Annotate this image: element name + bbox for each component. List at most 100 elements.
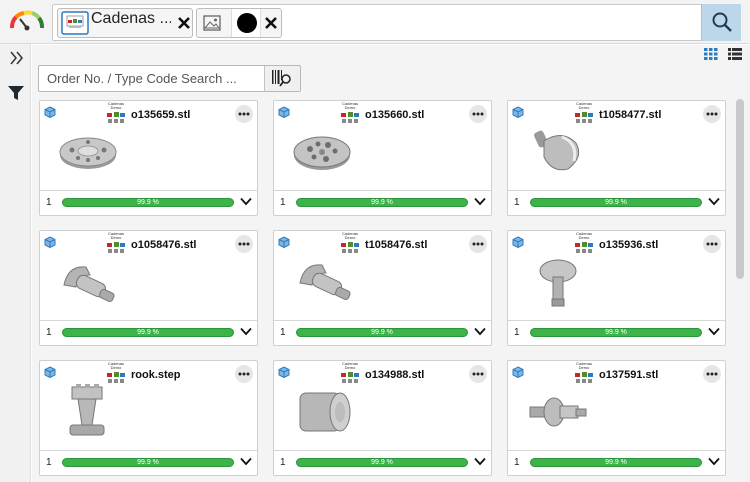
result-card[interactable]: Cadenas Demo rook.step 1 99.9 %: [39, 360, 258, 476]
left-sidebar: [0, 44, 31, 482]
ellipsis-icon: [706, 372, 718, 376]
quantity-value: 1: [514, 457, 520, 468]
part-thumbnail[interactable]: [522, 251, 592, 313]
filter-chip-image[interactable]: [196, 8, 282, 38]
card-divider: [508, 450, 725, 451]
file-name[interactable]: o135660.stl: [365, 109, 424, 121]
barcode-search-button[interactable]: [264, 66, 300, 91]
more-options-button[interactable]: [469, 235, 487, 253]
chevron-down-icon[interactable]: [474, 197, 486, 206]
scrollbar-thumb[interactable]: [736, 99, 744, 279]
match-progress-label: 99.9 %: [137, 199, 159, 206]
file-name[interactable]: o134988.stl: [365, 369, 424, 381]
match-progress-bar: 99.9 %: [530, 198, 702, 207]
file-name[interactable]: rook.step: [131, 369, 181, 381]
chevron-down-icon[interactable]: [240, 457, 252, 466]
more-options-button[interactable]: [703, 105, 721, 123]
filter-chip-label: Cadenas ...: [91, 10, 171, 27]
file-name[interactable]: t1058477.stl: [599, 109, 661, 121]
result-card[interactable]: Cadenas Demo t1058476.stl 1 99.9 %: [273, 230, 492, 346]
more-options-button[interactable]: [469, 365, 487, 383]
ellipsis-icon: [238, 112, 250, 116]
3d-model-icon: [512, 366, 524, 378]
order-number-search[interactable]: Order No. / Type Code Search ...: [38, 65, 301, 92]
part-thumbnail[interactable]: [522, 121, 592, 183]
3d-model-icon: [44, 106, 56, 118]
result-card[interactable]: Cadenas Demo o135660.stl 1 99.9 %: [273, 100, 492, 216]
more-options-button[interactable]: [235, 105, 253, 123]
match-progress-bar: 99.9 %: [296, 198, 468, 207]
match-progress-bar: 99.9 %: [62, 328, 234, 337]
quantity-value: 1: [46, 327, 52, 338]
ellipsis-icon: [706, 242, 718, 246]
file-name[interactable]: t1058476.stl: [365, 239, 427, 251]
match-progress-label: 99.9 %: [371, 199, 393, 206]
chevron-down-icon[interactable]: [240, 197, 252, 206]
image-file-icon: [61, 11, 89, 35]
card-divider: [40, 320, 257, 321]
black-circle-swatch: [231, 9, 261, 37]
file-name[interactable]: o135659.stl: [131, 109, 190, 121]
chevron-down-icon[interactable]: [474, 457, 486, 466]
more-options-button[interactable]: [235, 235, 253, 253]
ellipsis-icon: [238, 372, 250, 376]
quantity-value: 1: [514, 197, 520, 208]
search-button[interactable]: [701, 4, 741, 41]
card-divider: [274, 190, 491, 191]
3d-model-icon: [278, 106, 290, 118]
3d-model-icon: [512, 236, 524, 248]
barcode-search-icon: [272, 70, 291, 87]
ellipsis-icon: [472, 242, 484, 246]
chevron-down-icon[interactable]: [708, 327, 720, 336]
result-card[interactable]: Cadenas Demo o134988.stl 1 99.9 %: [273, 360, 492, 476]
close-icon[interactable]: [176, 15, 192, 31]
quantity-value: 1: [280, 457, 286, 468]
quantity-value: 1: [46, 457, 52, 468]
search-icon: [712, 12, 732, 32]
match-progress-label: 99.9 %: [371, 329, 393, 336]
grid-view-icon[interactable]: [704, 48, 718, 60]
part-thumbnail[interactable]: [288, 251, 358, 313]
speedometer-icon[interactable]: [8, 8, 46, 32]
more-options-button[interactable]: [703, 235, 721, 253]
chevron-down-icon[interactable]: [708, 197, 720, 206]
match-progress-label: 99.9 %: [137, 329, 159, 336]
chevron-down-icon[interactable]: [240, 327, 252, 336]
match-progress-bar: 99.9 %: [530, 328, 702, 337]
result-card[interactable]: Cadenas Demo t1058477.stl 1 99.9 %: [507, 100, 726, 216]
file-name[interactable]: o135936.stl: [599, 239, 658, 251]
card-divider: [508, 190, 725, 191]
chevron-down-icon[interactable]: [708, 457, 720, 466]
card-divider: [274, 320, 491, 321]
filter-icon[interactable]: [7, 84, 25, 102]
part-thumbnail[interactable]: [522, 381, 592, 443]
more-options-button[interactable]: [703, 365, 721, 383]
part-thumbnail[interactable]: [288, 121, 358, 183]
match-progress-label: 99.9 %: [371, 459, 393, 466]
part-thumbnail[interactable]: [54, 121, 124, 183]
list-view-icon[interactable]: [728, 48, 742, 60]
result-card[interactable]: Cadenas Demo o135659.stl 1 99.9 %: [39, 100, 258, 216]
result-card[interactable]: Cadenas Demo o1058476.stl 1 99.9 %: [39, 230, 258, 346]
more-options-button[interactable]: [469, 105, 487, 123]
order-search-placeholder: Order No. / Type Code Search ...: [47, 71, 237, 86]
more-options-button[interactable]: [235, 365, 253, 383]
close-icon[interactable]: [263, 15, 279, 31]
result-card[interactable]: Cadenas Demo o137591.stl 1 99.9 %: [507, 360, 726, 476]
part-thumbnail[interactable]: [54, 381, 124, 443]
ellipsis-icon: [472, 112, 484, 116]
part-thumbnail[interactable]: [288, 381, 358, 443]
match-progress-bar: 99.9 %: [296, 458, 468, 467]
ellipsis-icon: [706, 112, 718, 116]
file-name[interactable]: o137591.stl: [599, 369, 658, 381]
file-name[interactable]: o1058476.stl: [131, 239, 196, 251]
result-card[interactable]: Cadenas Demo o135936.stl 1 99.9 %: [507, 230, 726, 346]
expand-chevrons-icon[interactable]: [9, 50, 25, 66]
quantity-value: 1: [514, 327, 520, 338]
match-progress-label: 99.9 %: [605, 199, 627, 206]
part-thumbnail[interactable]: [54, 251, 124, 313]
ellipsis-icon: [472, 372, 484, 376]
quantity-value: 1: [280, 197, 286, 208]
card-divider: [40, 190, 257, 191]
chevron-down-icon[interactable]: [474, 327, 486, 336]
